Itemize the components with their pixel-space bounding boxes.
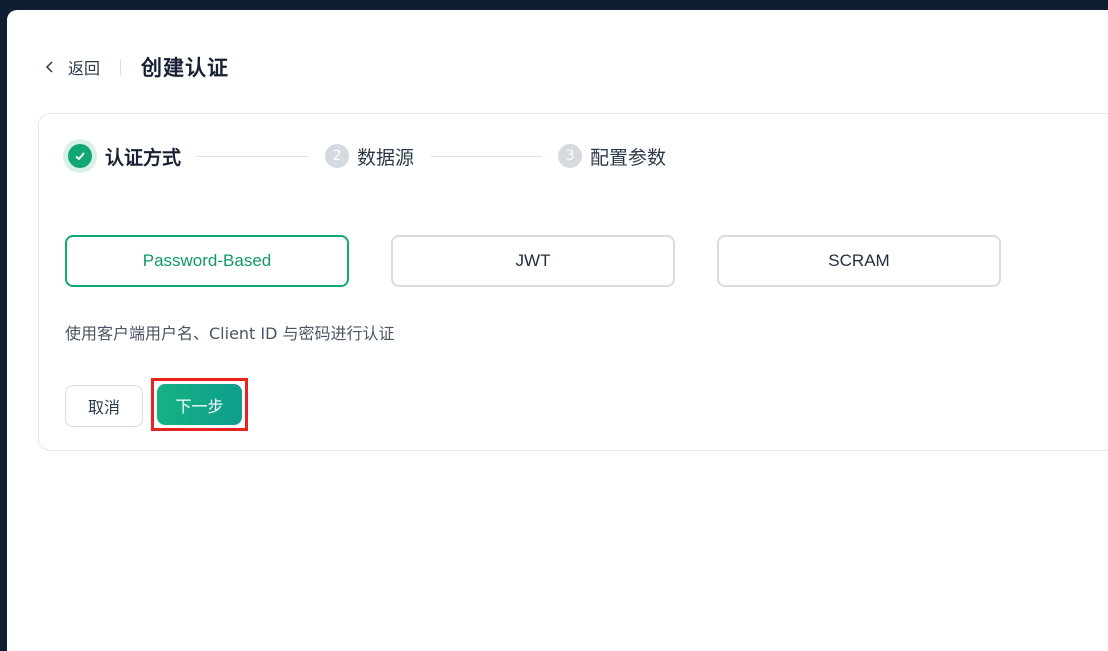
auth-description: 使用客户端用户名、Client ID 与密码进行认证 (65, 324, 395, 343)
form-actions: 取消 下一步 (65, 378, 248, 431)
step-connector (197, 155, 310, 157)
back-button[interactable]: 返回 (40, 55, 100, 79)
app-window: 返回 创建认证 认证方式 2 数据源 3 配置参数 Password-Based… (7, 10, 1108, 651)
step-number: 2 (325, 144, 350, 168)
chevron-left-icon (40, 57, 60, 77)
next-button[interactable]: 下一步 (157, 384, 242, 425)
step-connector (430, 155, 543, 157)
option-scram[interactable]: SCRAM (717, 235, 1001, 287)
step-label: 配置参数 (590, 146, 667, 169)
option-password-based[interactable]: Password-Based (65, 235, 349, 287)
auth-method-options: Password-Based JWT SCRAM (65, 235, 1001, 287)
step-label: 认证方式 (105, 146, 182, 169)
step-data-source: 2 数据源 (325, 143, 414, 170)
option-jwt[interactable]: JWT (391, 235, 675, 287)
step-config-params: 3 配置参数 (558, 143, 666, 170)
back-label: 返回 (68, 59, 101, 78)
check-circle-icon (63, 139, 97, 173)
header-divider (120, 59, 122, 75)
step-label: 数据源 (357, 146, 415, 169)
cancel-button[interactable]: 取消 (65, 384, 143, 427)
step-auth-method: 认证方式 (63, 139, 181, 173)
page-title: 创建认证 (141, 56, 230, 80)
step-number: 3 (558, 144, 583, 168)
stepper: 认证方式 2 数据源 3 配置参数 (63, 138, 666, 174)
form-card: 认证方式 2 数据源 3 配置参数 Password-Based JWT SCR… (38, 113, 1108, 451)
page-header: 返回 创建认证 (40, 52, 229, 82)
highlight-box: 下一步 (151, 378, 248, 431)
